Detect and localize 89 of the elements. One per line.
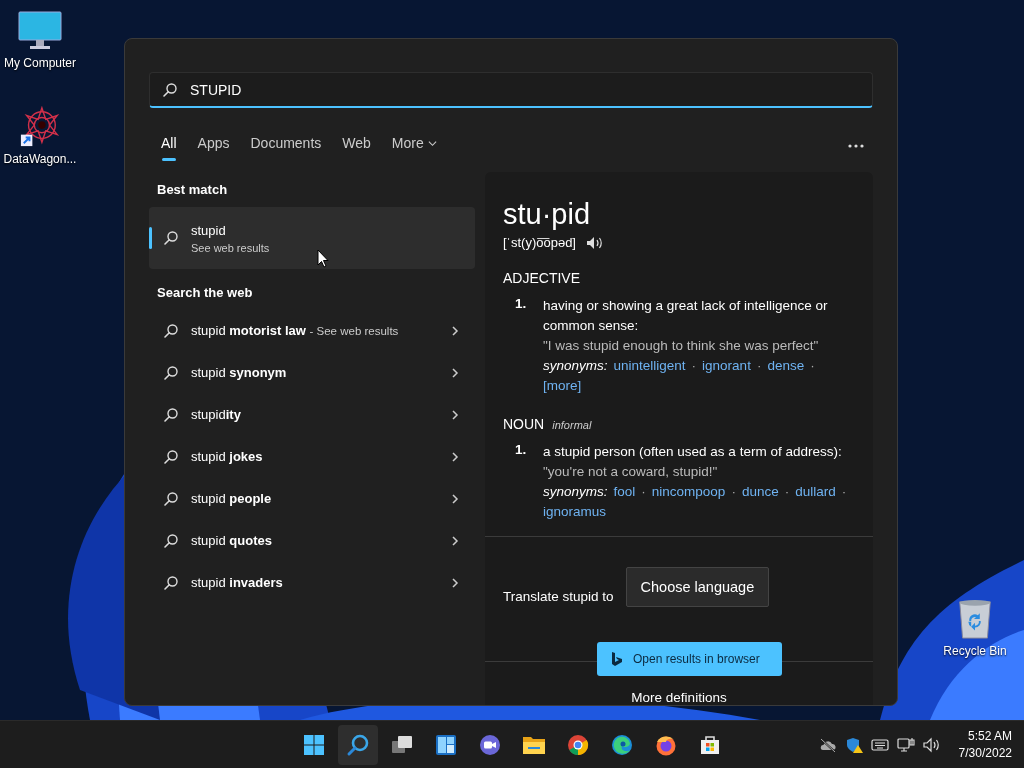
mouse-cursor-icon <box>317 249 329 268</box>
chevron-right-icon <box>451 452 459 462</box>
synonym-link[interactable]: ignorant <box>702 356 751 376</box>
shield-warning-icon[interactable] <box>844 736 863 753</box>
search-icon <box>163 491 179 507</box>
chevron-right-icon <box>451 326 459 336</box>
search-field[interactable]: STUPID <box>149 72 873 108</box>
chrome-icon <box>566 732 590 757</box>
b-logo-icon <box>611 651 623 667</box>
result-subtitle: See web results <box>191 241 270 254</box>
synonym-link[interactable]: dunce <box>741 482 779 502</box>
clock[interactable]: 5:52 AM 7/30/2022 <box>958 727 1012 762</box>
filter-tab[interactable]: Web <box>330 129 380 163</box>
chevron-right-icon <box>451 578 459 588</box>
web-suggestion[interactable]: stupidity <box>149 394 475 436</box>
synonyms-label: synonyms: <box>543 357 608 375</box>
definition-text: a stupid person (often used as a term of address): <box>543 443 843 461</box>
edge-icon <box>610 732 634 757</box>
search-icon <box>163 449 179 465</box>
chevron-right-icon <box>451 368 459 378</box>
separator: · <box>731 483 736 501</box>
web-suggestion[interactable]: stupid jokes <box>149 436 475 478</box>
definition-text: having or showing a great lack of intelligence or common sense: <box>543 297 829 335</box>
chevron-right-icon <box>451 494 459 504</box>
speaker-icon[interactable] <box>586 235 604 250</box>
search-icon <box>163 575 179 591</box>
separator: · <box>784 483 790 501</box>
sense-number: 1. <box>515 442 528 459</box>
synonym-link[interactable]: ignoramus <box>543 502 607 522</box>
web-suggestion[interactable]: stupid synonym <box>149 352 475 394</box>
headword: stu·pid <box>503 198 592 231</box>
video-chat-icon <box>478 732 502 757</box>
chevron-right-icon <box>451 410 459 420</box>
part-of-speech: ADJECTIVE <box>503 270 580 286</box>
filter-tab[interactable]: All <box>149 129 186 163</box>
web-suggestion[interactable]: stupid people <box>149 478 475 520</box>
search-icon <box>163 323 179 339</box>
widgets-icon <box>434 732 458 757</box>
speaker-icon[interactable] <box>922 736 941 753</box>
synonym-link[interactable]: dense <box>767 356 805 376</box>
more-definitions-link[interactable]: More definitions <box>631 690 727 705</box>
synonym-link[interactable]: fool <box>613 482 636 502</box>
icon-label[interactable]: Recycle Bin <box>943 644 1007 658</box>
section-heading: Search the web <box>156 284 254 302</box>
chevron-down-icon <box>427 138 437 148</box>
search-icon <box>163 407 179 423</box>
example-text: "you're not a coward, stupid!" <box>543 463 719 481</box>
separator: · <box>756 357 762 375</box>
sense-number: 1. <box>515 296 528 313</box>
star-logo-icon <box>18 106 62 148</box>
search-icon <box>163 230 179 246</box>
more-options-icon[interactable] <box>847 143 865 149</box>
filter-tab[interactable]: Apps <box>185 129 239 163</box>
search-icon <box>163 365 179 381</box>
synonym-link[interactable]: unintelligent <box>613 356 686 376</box>
cloud-off-icon[interactable] <box>818 736 837 753</box>
open-results-toast[interactable]: Open results in browser <box>597 642 782 676</box>
search-icon <box>346 732 370 757</box>
synonym-link[interactable]: dullard <box>795 482 836 502</box>
translate-label: Translate stupid to <box>503 588 614 604</box>
separator: · <box>810 357 815 375</box>
search-icon <box>163 533 179 549</box>
windows-logo-icon <box>302 732 326 757</box>
icon-label[interactable]: My Computer <box>4 56 76 70</box>
icon-label[interactable]: DataWagon... <box>3 152 77 166</box>
monitor-icon <box>18 10 62 52</box>
section-heading: Best match <box>156 181 229 199</box>
synonym-link[interactable]: [more] <box>543 376 582 396</box>
web-suggestion[interactable]: stupid motorist law - See web results <box>149 310 475 352</box>
pronunciation: [ˈst(y)o͞opəd] <box>503 235 576 250</box>
usage-label: informal <box>552 419 592 431</box>
best-match-item[interactable]: stupid See web results <box>149 207 475 269</box>
filter-tab[interactable]: Documents <box>238 129 331 163</box>
network-icon[interactable] <box>896 736 915 753</box>
example-text: "I was stupid enough to think she was perfect" <box>543 337 820 355</box>
web-suggestion[interactable]: stupid invaders <box>149 562 475 604</box>
result-title: stupid <box>191 222 227 238</box>
keyboard-icon[interactable] <box>870 736 889 753</box>
web-suggestion[interactable]: stupid quotes <box>149 520 475 562</box>
synonyms-label: synonyms: <box>543 483 608 501</box>
separator: · <box>641 483 646 501</box>
chevron-right-icon <box>451 536 459 546</box>
separator: · <box>691 357 697 375</box>
choose-language-button[interactable]: Choose language <box>625 567 770 607</box>
synonym-link[interactable]: nincompoop <box>651 482 726 502</box>
taskbar-button[interactable] <box>338 724 378 765</box>
part-of-speech: NOUN <box>503 416 545 432</box>
filter-tab[interactable]: More <box>379 129 446 163</box>
separator: · <box>841 483 847 501</box>
